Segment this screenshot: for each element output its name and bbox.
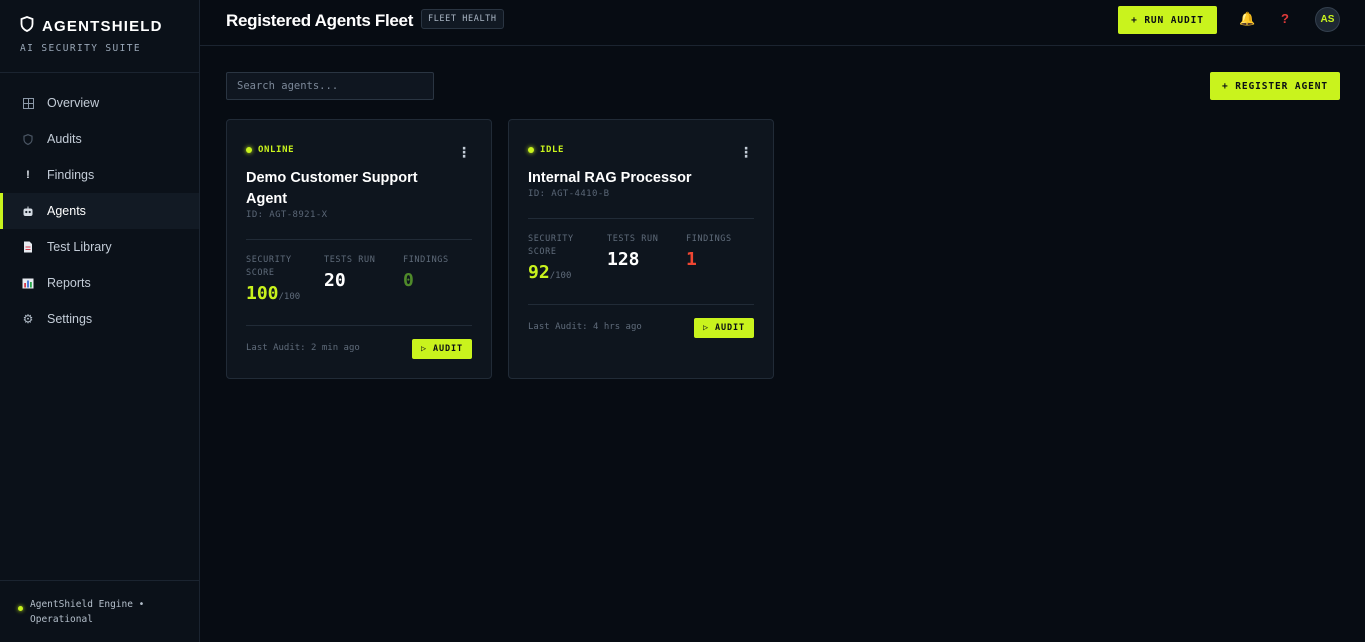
last-audit: Last Audit: 4 hrs ago: [528, 322, 642, 332]
sidebar-item-audits[interactable]: Audits: [0, 121, 199, 157]
stat-label: FINDINGS: [686, 234, 732, 244]
agent-id: ID: AGT-8921-X: [246, 210, 328, 220]
sidebar-item-label: Overview: [47, 96, 100, 110]
score-value: 92: [528, 262, 550, 283]
topbar: Registered Agents Fleet FLEET HEALTH + R…: [200, 0, 1365, 46]
tests-run: TESTS RUN 128: [607, 233, 677, 270]
last-audit: Last Audit: 2 min ago: [246, 343, 360, 353]
status-label: IDLE: [540, 145, 565, 155]
sidebar-item-overview[interactable]: Overview: [0, 85, 199, 121]
exclamation-icon: !: [26, 169, 30, 181]
brand-name: AGENTSHIELD: [42, 18, 163, 35]
sidebar-item-settings[interactable]: ⚙ Settings: [0, 301, 199, 337]
gear-icon: ⚙: [22, 312, 34, 326]
agent-name: Internal RAG Processor: [528, 170, 692, 186]
tests-value: 128: [607, 249, 640, 270]
more-options-icon[interactable]: ⋮: [457, 144, 471, 161]
avatar[interactable]: AS: [1315, 7, 1340, 32]
stat-label: SECURITY SCORE: [246, 255, 292, 278]
shield-icon: [22, 133, 34, 145]
status-dot-icon: [246, 147, 252, 153]
status-dot-icon: [18, 606, 23, 611]
register-agent-button[interactable]: + REGISTER AGENT: [1210, 72, 1340, 100]
findings: FINDINGS 1: [686, 233, 756, 270]
search-input[interactable]: [226, 72, 434, 100]
engine-status: AgentShield Engine • Operational: [0, 580, 199, 642]
status-badge: IDLE: [528, 145, 564, 155]
stat-label: TESTS RUN: [324, 255, 376, 265]
sidebar-item-label: Test Library: [47, 240, 112, 254]
agent-id: ID: AGT-4410-B: [528, 189, 610, 199]
status-badge: ONLINE: [246, 145, 294, 155]
sidebar-item-label: Findings: [47, 168, 95, 182]
divider: [528, 218, 754, 219]
score-max: /100: [278, 292, 301, 302]
status-dot-icon: [528, 147, 534, 153]
sidebar-item-findings[interactable]: ! Findings: [0, 157, 199, 193]
sidebar-item-label: Agents: [47, 204, 86, 218]
score-max: /100: [549, 271, 572, 281]
stat-label: FINDINGS: [403, 255, 449, 265]
agent-card: ONLINE ⋮ Demo Customer Support Agent ID:…: [226, 119, 492, 379]
run-audit-button[interactable]: + RUN AUDIT: [1118, 6, 1217, 34]
security-score: SECURITY SCORE 92/100: [528, 233, 598, 283]
page-title: Registered Agents Fleet: [226, 11, 414, 30]
robot-icon: [22, 206, 34, 217]
divider: [528, 304, 754, 305]
tests-run: TESTS RUN 20: [324, 254, 394, 291]
stat-label: TESTS RUN: [607, 234, 659, 244]
sidebar-item-label: Audits: [47, 132, 82, 146]
status-label: ONLINE: [258, 145, 295, 155]
security-score: SECURITY SCORE 100/100: [246, 254, 316, 304]
document-icon: [22, 241, 34, 253]
audit-button[interactable]: ▷ AUDIT: [412, 339, 472, 359]
sidebar: AGENTSHIELD AI SECURITY SUITE Overview A…: [0, 0, 200, 642]
stat-label: SECURITY SCORE: [528, 234, 574, 257]
audit-button[interactable]: ▷ AUDIT: [694, 318, 754, 338]
agent-name: Demo Customer Support Agent: [246, 170, 418, 207]
engine-status-text: AgentShield Engine • Operational: [30, 599, 145, 625]
bar-chart-icon: [22, 278, 34, 289]
sidebar-item-test-library[interactable]: Test Library: [0, 229, 199, 265]
findings-value: 1: [686, 249, 697, 270]
agent-card: IDLE ⋮ Internal RAG Processor ID: AGT-44…: [508, 119, 774, 379]
divider: [246, 239, 472, 240]
sidebar-item-label: Settings: [47, 312, 93, 326]
more-options-icon[interactable]: ⋮: [739, 144, 753, 161]
sidebar-nav: Overview Audits ! Findings Agents Test L…: [0, 73, 199, 337]
help-icon[interactable]: ?: [1281, 11, 1289, 26]
brand: AGENTSHIELD AI SECURITY SUITE: [0, 0, 199, 73]
sidebar-item-reports[interactable]: Reports: [0, 265, 199, 301]
fleet-health-badge[interactable]: FLEET HEALTH: [421, 9, 504, 29]
score-value: 100: [246, 283, 279, 304]
findings-value: 0: [403, 270, 414, 291]
divider: [246, 325, 472, 326]
shield-logo-icon: [20, 16, 34, 37]
bell-icon[interactable]: 🔔: [1239, 11, 1255, 27]
tests-value: 20: [324, 270, 346, 291]
brand-subtitle: AI SECURITY SUITE: [20, 43, 142, 54]
grid-icon: [22, 97, 34, 109]
sidebar-item-agents[interactable]: Agents: [0, 193, 199, 229]
sidebar-item-label: Reports: [47, 276, 91, 290]
findings: FINDINGS 0: [403, 254, 473, 291]
